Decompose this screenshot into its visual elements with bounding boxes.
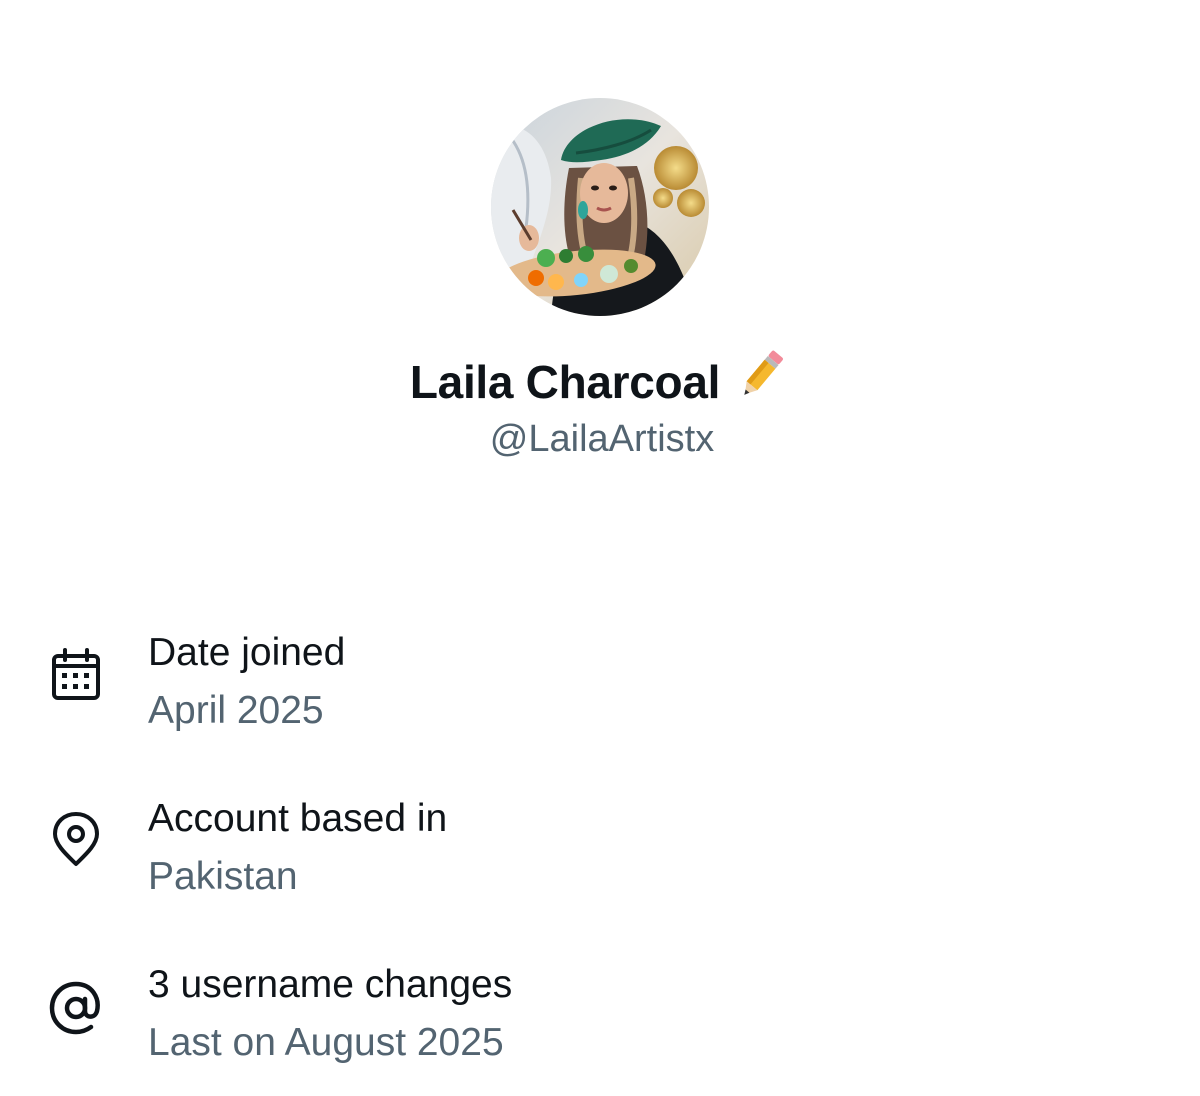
location-pin-icon <box>46 810 106 870</box>
about-item-label: 3 username changes <box>148 963 513 1006</box>
about-item-username-changes: 3 username changes Last on August 2025 <box>0 942 1200 1064</box>
about-item-value: Last on August 2025 <box>148 1021 504 1064</box>
avatar[interactable] <box>491 98 709 316</box>
about-item-value: Pakistan <box>148 855 298 898</box>
avatar-image <box>491 98 709 316</box>
about-item-value: April 2025 <box>148 689 324 732</box>
display-name-row: Laila Charcoal <box>0 346 1200 418</box>
pencil-icon <box>732 346 790 418</box>
about-item-label: Account based in <box>148 797 448 840</box>
about-item-account-based-in: Account based in Pakistan <box>0 776 1200 898</box>
at-sign-icon <box>46 978 106 1038</box>
display-name: Laila Charcoal <box>409 356 721 408</box>
about-item-date-joined: Date joined April 2025 <box>0 610 1200 732</box>
about-item-label: Date joined <box>148 631 346 674</box>
profile-header: Laila Charcoal @LailaArtistx <box>0 0 1200 500</box>
username-handle: @LailaArtistx <box>489 418 715 460</box>
calendar-icon <box>46 646 106 706</box>
